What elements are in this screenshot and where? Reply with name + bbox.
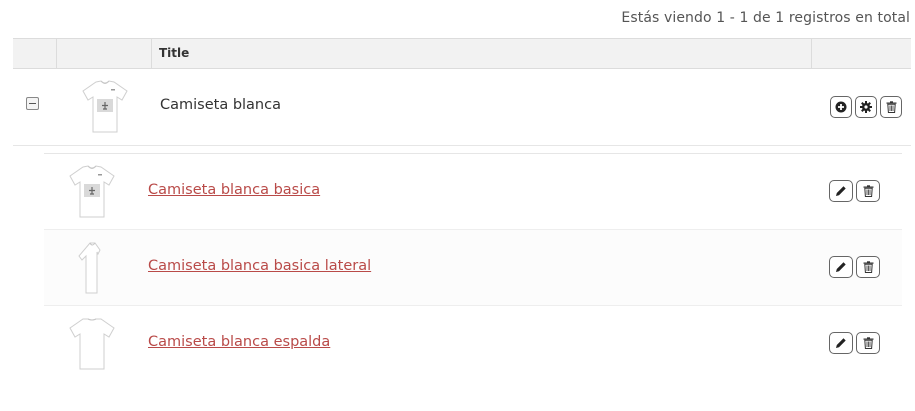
table-row: Camiseta blanca espalda xyxy=(44,306,902,381)
variant-title-link[interactable]: Camiseta blanca espalda xyxy=(148,334,330,350)
variant-title-link[interactable]: Camiseta blanca basica lateral xyxy=(148,258,371,274)
add-variant-button[interactable] xyxy=(830,96,852,118)
trash-icon xyxy=(863,185,873,197)
header-thumbnail-column xyxy=(56,39,151,68)
edit-button[interactable] xyxy=(829,332,853,354)
variant-title-link[interactable]: Camiseta blanca basica xyxy=(148,182,320,198)
parent-product-title: Camiseta blanca xyxy=(160,97,281,113)
table-row: Camiseta blanca basica lateral xyxy=(44,230,902,306)
products-table: Title Camiseta blanca xyxy=(13,38,911,146)
variants-list: Camiseta blanca basica Camiseta blanca b… xyxy=(44,153,902,381)
header-toggle-column xyxy=(13,39,56,68)
pencil-icon xyxy=(836,186,846,196)
tshirt-front-with-logo-icon xyxy=(82,80,128,133)
tshirt-front-with-logo-icon xyxy=(69,165,115,218)
parent-actions xyxy=(830,96,902,118)
table-header: Title xyxy=(13,38,911,69)
variant-actions xyxy=(829,180,880,202)
variant-actions xyxy=(829,256,880,278)
table-row: Camiseta blanca basica xyxy=(44,154,902,230)
records-summary: Estás viendo 1 - 1 de 1 registros en tot… xyxy=(621,10,910,26)
edit-button[interactable] xyxy=(829,180,853,202)
tshirt-side-icon xyxy=(78,242,101,294)
add-circle-icon xyxy=(835,101,847,113)
gear-icon xyxy=(860,101,872,113)
trash-icon xyxy=(863,337,873,349)
delete-button[interactable] xyxy=(856,256,880,278)
delete-button[interactable] xyxy=(856,180,880,202)
delete-button[interactable] xyxy=(880,96,902,118)
header-title-column[interactable]: Title xyxy=(151,39,811,68)
pencil-icon xyxy=(836,338,846,348)
delete-button[interactable] xyxy=(856,332,880,354)
trash-icon xyxy=(886,101,896,113)
tshirt-back-icon xyxy=(69,318,115,370)
header-actions-column xyxy=(811,39,911,68)
settings-button[interactable] xyxy=(855,96,877,118)
variant-actions xyxy=(829,332,880,354)
pencil-icon xyxy=(836,262,846,272)
trash-icon xyxy=(863,261,873,273)
collapse-toggle-icon[interactable] xyxy=(26,97,39,110)
edit-button[interactable] xyxy=(829,256,853,278)
table-row-parent: Camiseta blanca xyxy=(13,69,911,146)
